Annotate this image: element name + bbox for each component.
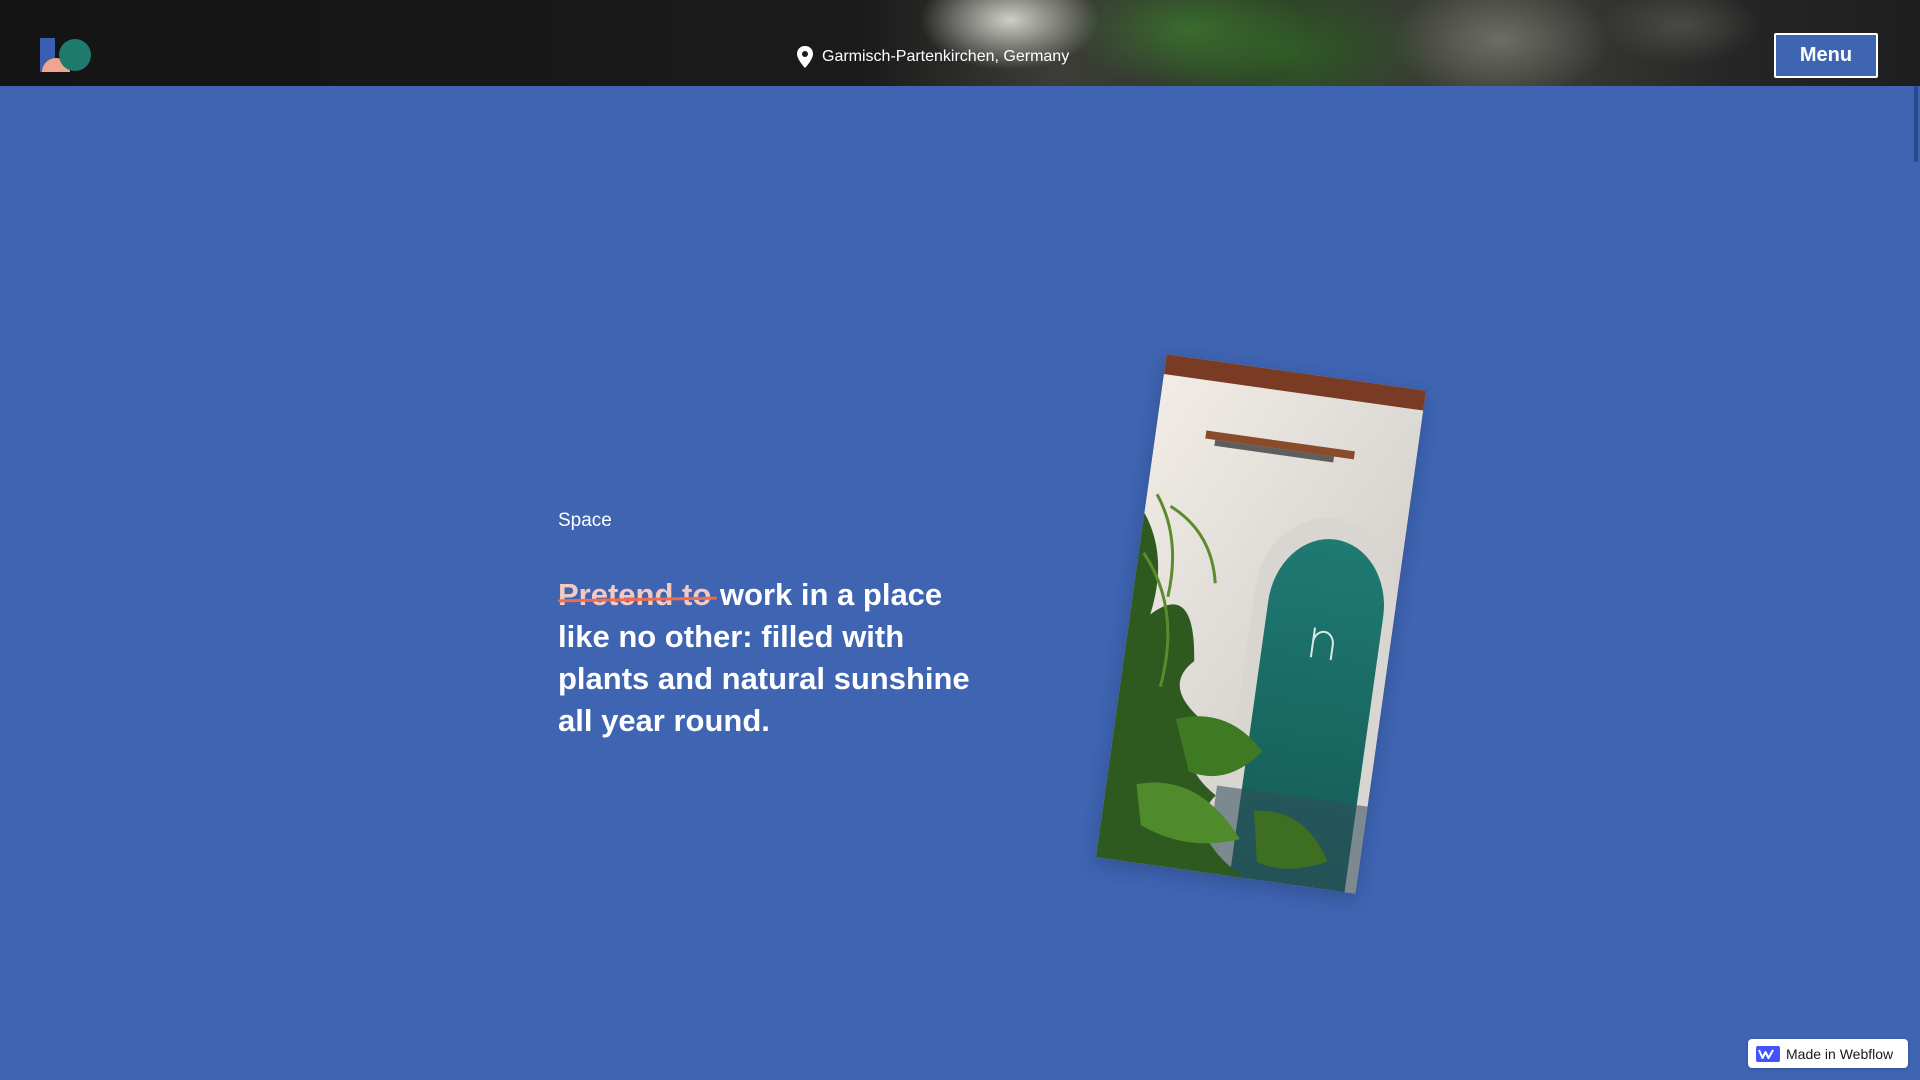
map-pin-icon <box>797 46 813 68</box>
webflow-badge-label: Made in Webflow <box>1786 1045 1894 1062</box>
scrollbar-track[interactable] <box>1912 86 1920 1080</box>
made-in-webflow-badge[interactable]: Made in Webflow <box>1748 1039 1908 1068</box>
struck-text: Pretend to <box>558 577 712 612</box>
location-text: Garmisch-Partenkirchen, Germany <box>822 48 1070 65</box>
menu-button[interactable]: Menu <box>1774 33 1878 78</box>
photo-arched-door-plants <box>1095 354 1427 894</box>
space-photo <box>1095 354 1427 894</box>
section-headline: Pretend to work in a place like no other… <box>558 574 998 742</box>
section-kicker: Space <box>558 510 612 531</box>
webflow-icon <box>1756 1045 1780 1062</box>
scrollbar-thumb[interactable] <box>1914 86 1918 162</box>
location-label: Garmisch-Partenkirchen, Germany <box>796 46 1069 68</box>
kb-logo-icon[interactable] <box>40 38 92 72</box>
top-navigation-bar: Garmisch-Partenkirchen, Germany Menu <box>0 0 1920 86</box>
